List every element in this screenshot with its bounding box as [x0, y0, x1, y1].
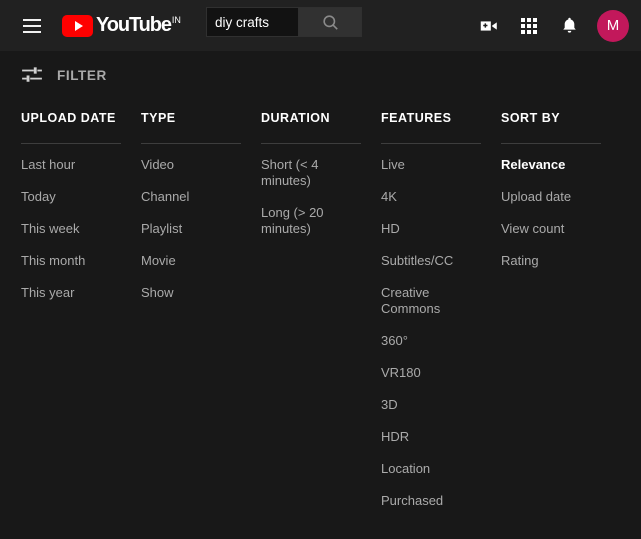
- filter-option[interactable]: Creative Commons: [381, 285, 485, 317]
- filter-column: TYPE Video Channel Playlist Movie Show: [141, 111, 261, 525]
- filter-toggle-button[interactable]: FILTER: [0, 51, 641, 99]
- filter-option[interactable]: Upload date: [501, 189, 605, 205]
- filter-column-divider: [21, 143, 121, 144]
- avatar[interactable]: M: [597, 9, 629, 42]
- filter-column-title: DURATION: [261, 111, 331, 125]
- filter-option[interactable]: Purchased: [381, 493, 485, 509]
- create-video-icon[interactable]: [469, 6, 509, 46]
- tune-sliders-icon: [22, 67, 42, 82]
- hamburger-line: [23, 18, 41, 21]
- filter-option[interactable]: 3D: [381, 397, 485, 413]
- search-icon: [322, 14, 338, 30]
- filter-column-title: UPLOAD DATE: [21, 111, 116, 125]
- filter-column-divider: [141, 143, 241, 144]
- filter-option[interactable]: This year: [21, 285, 125, 301]
- filter-option[interactable]: Live: [381, 157, 485, 173]
- youtube-logo[interactable]: YouTube IN: [62, 14, 181, 38]
- header-actions: M: [469, 0, 629, 51]
- play-triangle-icon: [62, 14, 93, 37]
- filter-column-divider: [261, 143, 361, 144]
- youtube-wordmark: YouTube: [96, 13, 172, 36]
- filter-option[interactable]: This week: [21, 221, 125, 237]
- search-bar: [206, 7, 362, 37]
- filter-option[interactable]: Last hour: [21, 157, 125, 173]
- filter-option[interactable]: Location: [381, 461, 485, 477]
- filter-panel: UPLOAD DATE Last hour Today This week This m…: [0, 99, 641, 525]
- filter-option[interactable]: Relevance: [501, 157, 605, 173]
- filter-option[interactable]: HDR: [381, 429, 485, 445]
- country-code: IN: [171, 14, 181, 25]
- search-input[interactable]: [206, 7, 298, 37]
- filter-option[interactable]: Short (< 4 minutes): [261, 157, 365, 189]
- filter-column-title: FEATURES: [381, 111, 452, 125]
- filter-option[interactable]: View count: [501, 221, 605, 237]
- filter-option[interactable]: Video: [141, 157, 245, 173]
- filter-column-divider: [381, 143, 481, 144]
- filter-option[interactable]: 360°: [381, 333, 485, 349]
- filter-option[interactable]: HD: [381, 221, 485, 237]
- filter-option[interactable]: Subtitles/CC: [381, 253, 485, 269]
- hamburger-line: [23, 24, 41, 27]
- filter-column: UPLOAD DATE Last hour Today This week This m…: [21, 111, 141, 525]
- filter-column: FEATURES Live 4K HD Subtitles/CC Creative Com…: [381, 111, 501, 525]
- apps-grid-icon[interactable]: [509, 6, 549, 46]
- filter-column-title: SORT BY: [501, 111, 561, 125]
- filter-column-title: TYPE: [141, 111, 176, 125]
- filter-option[interactable]: Channel: [141, 189, 245, 205]
- filter-option[interactable]: Movie: [141, 253, 245, 269]
- filter-option[interactable]: Show: [141, 285, 245, 301]
- filter-option[interactable]: Long (> 20 minutes): [261, 205, 365, 237]
- hamburger-line: [23, 30, 41, 33]
- filter-option[interactable]: This month: [21, 253, 125, 269]
- filter-column: SORT BY Relevance Upload date View count Rat…: [501, 111, 621, 525]
- filter-label: FILTER: [57, 67, 107, 83]
- hamburger-menu-icon[interactable]: [12, 6, 52, 46]
- filter-column: DURATION Short (< 4 minutes) Long (> 20 mi…: [261, 111, 381, 525]
- search-button[interactable]: [298, 7, 362, 37]
- masthead: YouTube IN diy crafts M: [0, 0, 641, 51]
- filter-option[interactable]: 4K: [381, 189, 485, 205]
- filter-option[interactable]: Playlist: [141, 221, 245, 237]
- filter-column-divider: [501, 143, 601, 144]
- notifications-bell-icon[interactable]: [549, 6, 589, 46]
- filter-option[interactable]: Rating: [501, 253, 605, 269]
- filter-option[interactable]: Today: [21, 189, 125, 205]
- filter-option[interactable]: VR180: [381, 365, 485, 381]
